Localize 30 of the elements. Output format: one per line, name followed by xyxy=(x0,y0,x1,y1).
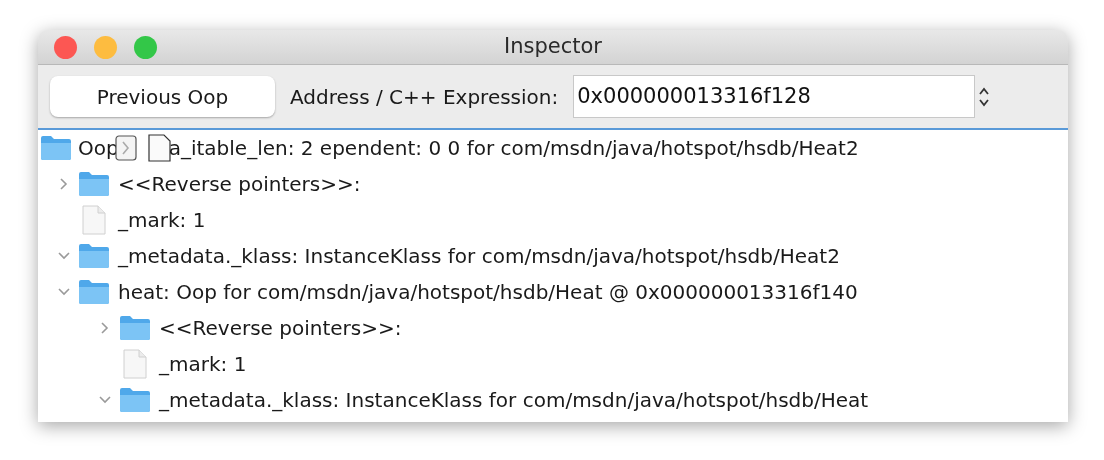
document-icon xyxy=(146,134,171,162)
tree-item-label[interactable]: _mark: 1 xyxy=(118,205,206,235)
folder-icon xyxy=(78,243,110,269)
chevron-down-icon[interactable] xyxy=(57,287,71,297)
folder-icon xyxy=(40,135,72,161)
tree-item-label[interactable]: heat: Oop for com/msdn/java/hotspot/hsdb/Heat @ 0x000000013316f140 xyxy=(118,277,858,307)
previous-oop-button[interactable]: Previous Oop xyxy=(50,76,275,117)
folder-icon xyxy=(78,171,110,197)
address-field[interactable]: 0x000000013316f128 xyxy=(573,75,976,118)
address-label: Address / C++ Expression: xyxy=(290,83,559,111)
tree-item-label[interactable]: <<Reverse pointers>>: xyxy=(159,313,402,343)
document-icon xyxy=(122,349,148,379)
tree-item-label[interactable]: _metadata._klass: InstanceKlass for com/msdn/java/hotspot/hsdb/Heat2 xyxy=(118,241,840,271)
chevron-icon xyxy=(114,135,137,161)
folder-icon xyxy=(78,279,110,305)
tree-item-label[interactable]: a_itable_len: 2 ependent: 0 0 for com/msdn/java/hotspot/hsdb/Heat2 xyxy=(168,133,859,163)
folder-icon xyxy=(119,315,151,341)
tree-item-label[interactable]: Oop xyxy=(78,133,119,163)
chevron-right-icon[interactable] xyxy=(59,177,69,191)
tree-item-label[interactable]: <<Reverse pointers>>: xyxy=(118,169,361,199)
tree-item-label[interactable]: _mark: 1 xyxy=(159,349,247,379)
document-icon xyxy=(81,205,107,235)
folder-icon xyxy=(119,387,151,413)
zoom-button[interactable] xyxy=(134,36,157,59)
tree-item-label[interactable]: _metadata._klass: InstanceKlass for com/msdn/java/hotspot/hsdb/Heat xyxy=(159,385,869,415)
chevron-right-icon[interactable] xyxy=(100,321,110,335)
window-title: Inspector xyxy=(504,33,602,61)
chevron-down-icon[interactable] xyxy=(57,251,71,261)
close-button[interactable] xyxy=(54,36,77,59)
chevron-down-icon[interactable] xyxy=(98,395,112,405)
